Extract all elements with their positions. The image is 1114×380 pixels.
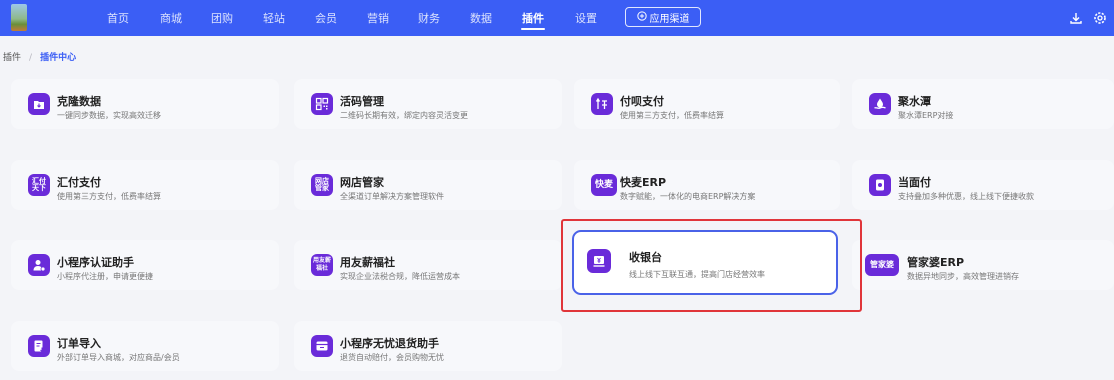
plugin-desc: 小程序代注册，申请更便捷 xyxy=(57,272,153,281)
download-icon[interactable] xyxy=(1069,10,1083,24)
fubei-icon xyxy=(591,93,613,115)
pay-card-icon xyxy=(869,174,891,196)
plugin-card-yonyou[interactable]: 用友薪福社 用友薪福社 实现企业法税合规，降低运营成本 xyxy=(294,240,562,290)
plugin-card-wangdian[interactable]: 网店管家 网店管家 全渠道订单解决方案管理软件 xyxy=(294,160,562,210)
shop-logo[interactable] xyxy=(11,4,27,31)
plugin-card-kuaimai-erp[interactable]: 快麦 快麦ERP 数字赋能，一体化的电商ERP解决方案 xyxy=(574,160,840,210)
nav-light-site[interactable]: 轻站 xyxy=(263,10,285,26)
plugin-desc: 数字赋能，一体化的电商ERP解决方案 xyxy=(620,192,756,201)
kuaimai-icon: 快麦 xyxy=(591,174,617,196)
plugin-desc: 外部订单导入商城，对应商品/会员 xyxy=(57,353,180,362)
nav-member[interactable]: 会员 xyxy=(315,10,337,26)
plugin-card-fubei-pay[interactable]: 付呗支付 使用第三方支付，低费率结算 xyxy=(574,79,840,129)
plugin-card-jushuitan[interactable]: 聚水潭 聚水潭ERP对接 xyxy=(852,79,1114,129)
plugin-desc: 全渠道订单解决方案管理软件 xyxy=(340,192,444,201)
nav-data[interactable]: 数据 xyxy=(470,10,492,26)
plugin-desc: 使用第三方支付，低费率结算 xyxy=(57,192,161,201)
plugin-title: 管家婆ERP xyxy=(907,256,965,269)
plugin-desc: 二维码长期有效，绑定内容灵活变更 xyxy=(340,111,468,120)
nav-finance[interactable]: 财务 xyxy=(418,10,440,26)
yonyou-icon: 用友薪福社 xyxy=(311,254,333,276)
plugin-title: 付呗支付 xyxy=(620,95,664,108)
plugin-card-mini-cert[interactable]: 小程序认证助手 小程序代注册，申请更便捷 xyxy=(11,240,279,290)
plugin-title: 用友薪福社 xyxy=(340,256,395,269)
nav-marketing[interactable]: 营销 xyxy=(367,10,389,26)
plugin-title: 小程序认证助手 xyxy=(57,256,134,269)
breadcrumb-current: 插件中心 xyxy=(40,53,77,63)
order-import-icon xyxy=(28,335,50,357)
nav-group-buy[interactable]: 团购 xyxy=(211,10,233,26)
plugin-desc: 一键同步数据，实现高效迁移 xyxy=(57,111,161,120)
plugin-title: 快麦ERP xyxy=(620,176,667,189)
qrcode-icon xyxy=(311,93,333,115)
plugin-desc: 使用第三方支付，低费率结算 xyxy=(620,111,724,120)
plugin-card-order-import[interactable]: 订单导入 外部订单导入商城，对应商品/会员 xyxy=(11,321,279,371)
nav-settings[interactable]: 设置 xyxy=(575,10,597,26)
breadcrumb-root[interactable]: 插件 xyxy=(3,53,21,63)
breadcrumb-separator: / xyxy=(29,53,33,63)
plugin-title: 活码管理 xyxy=(340,95,384,108)
huifu-icon: 汇付天下 xyxy=(28,174,50,196)
app-channel-button[interactable]: 应用渠道 xyxy=(625,7,701,27)
nav-mall[interactable]: 商城 xyxy=(160,10,182,26)
plugin-title: 克隆数据 xyxy=(57,95,101,108)
plugin-desc: 退货自动赔付，会员购物无忧 xyxy=(340,353,444,362)
plugin-title: 网店管家 xyxy=(340,176,384,189)
plugin-title: 订单导入 xyxy=(57,337,101,350)
top-nav-bar: 首页 商城 团购 轻站 会员 营销 财务 数据 插件 设置 应用渠道 xyxy=(0,0,1114,36)
nav-home[interactable]: 首页 xyxy=(107,10,129,26)
guanjiapo-icon: 管家婆 xyxy=(865,254,899,276)
plugin-title: 汇付支付 xyxy=(57,176,101,189)
plugin-card-guanjiapo-erp[interactable]: 管家婆 管家婆ERP 数据异地同步，高效管理进销存 xyxy=(852,240,1114,290)
app-channel-label: 应用渠道 xyxy=(649,13,690,25)
plugin-title: 当面付 xyxy=(898,176,931,189)
plugin-desc: 数据异地同步，高效管理进销存 xyxy=(907,272,1019,281)
plugin-card-face-pay[interactable]: 当面付 支持叠加多种优惠，线上线下便捷收款 xyxy=(852,160,1114,210)
plugin-card-huifu-pay[interactable]: 汇付天下 汇付支付 使用第三方支付，低费率结算 xyxy=(11,160,279,210)
plugin-title: 小程序无忧退货助手 xyxy=(340,337,439,350)
wangdian-icon: 网店管家 xyxy=(311,174,333,196)
return-icon xyxy=(311,335,333,357)
user-cert-icon xyxy=(28,254,50,276)
download-icon xyxy=(28,93,50,115)
nav-plugins[interactable]: 插件 xyxy=(522,10,544,26)
plugin-card-clone-data[interactable]: 克隆数据 一键同步数据，实现高效迁移 xyxy=(11,79,279,129)
plugin-card-return-helper[interactable]: 小程序无忧退货助手 退货自动赔付，会员购物无忧 xyxy=(294,321,562,371)
plugin-card-live-code[interactable]: 活码管理 二维码长期有效，绑定内容灵活变更 xyxy=(294,79,562,129)
gear-icon[interactable] xyxy=(1093,10,1107,24)
water-drop-icon xyxy=(869,93,891,115)
channel-icon xyxy=(636,10,647,24)
highlight-annotation-box xyxy=(561,219,862,312)
active-nav-underline xyxy=(521,28,545,30)
plugin-desc: 聚水潭ERP对接 xyxy=(898,111,954,120)
plugin-desc: 支持叠加多种优惠，线上线下便捷收款 xyxy=(898,192,1034,201)
plugin-title: 聚水潭 xyxy=(898,95,931,108)
plugin-desc: 实现企业法税合规，降低运营成本 xyxy=(340,272,460,281)
breadcrumb: 插件 / 插件中心 xyxy=(3,50,76,63)
